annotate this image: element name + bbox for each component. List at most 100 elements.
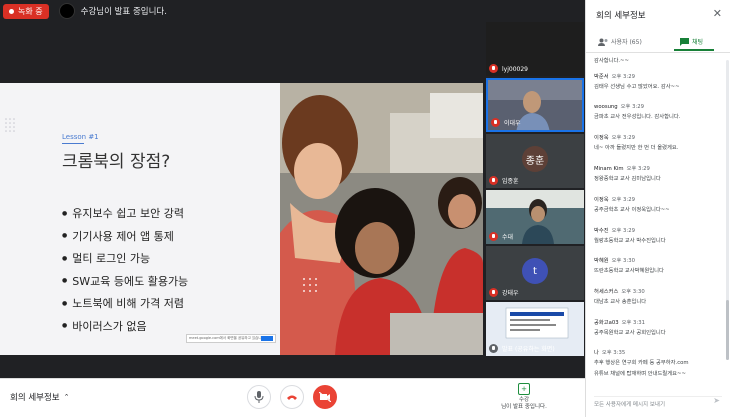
send-icon[interactable]: ➤ (713, 396, 720, 405)
message-time: 오후 3:30 (621, 289, 645, 295)
participant-name: 발표 (공유하는 화면) (502, 346, 555, 353)
mic-off-icon (489, 176, 498, 185)
bullet-item: 유지보수 쉽고 보안 강력 (62, 202, 188, 225)
presenter-avatar (58, 3, 75, 19)
meeting-title: 회의 세부정보 (10, 393, 60, 403)
bullet-item: 멀티 로그인 가능 (62, 247, 188, 270)
tab-people-label: 사용자 (65) (611, 39, 642, 46)
mic-off-icon (489, 64, 498, 73)
chat-message: 박수진 오후 3:29 월랑초등학교 교사 박수진입니다 (594, 226, 722, 244)
lesson-underline (62, 143, 84, 144)
tab-people[interactable]: 사용자 (65) (598, 32, 642, 51)
sender-name: 나 (594, 350, 599, 356)
leave-call-button[interactable] (280, 385, 304, 409)
chat-message: 박혜원 오후 3:30 뜨란초등학교 교사박혜원입니다 (594, 256, 722, 274)
speaker-icon (489, 344, 498, 353)
video-feed (486, 190, 584, 244)
message-text: 공주금학초 교사 이정욱입니다~~ (594, 207, 670, 213)
bullet-item: 기기사용 제어 앱 통제 (62, 225, 188, 248)
video-feed (486, 22, 584, 76)
present-screen-icon: + (518, 383, 530, 395)
slide-bullets: 유지보수 쉽고 보안 강력 기기사용 제어 앱 통제 멀티 로그인 가능 SW교… (62, 202, 188, 337)
avatar: t (522, 258, 548, 284)
close-icon[interactable]: ✕ (713, 7, 722, 20)
classroom-photo-illustration (280, 83, 483, 355)
recording-label: 녹화 중 (18, 6, 43, 16)
message-text: 금파초 교사 전우성입니다. 감사합니다. (594, 114, 681, 120)
screen-share-bar: meet.google.com에서 화면을 공유하고 있습니다. (186, 334, 276, 343)
presenter-text: 수강님이 발표 중입니다. (80, 7, 167, 17)
participant-tile[interactable]: 발표 (공유하는 화면) (486, 302, 584, 356)
presenter-name: 수강 (518, 397, 530, 403)
chat-message: 이정욱 오후 3:29 네~ 아까 들렸지만 한 번 더 올렸게요. (594, 133, 722, 151)
message-text: 정왕중학교 교사 김미남입니다 (594, 176, 661, 182)
meeting-details-toggle[interactable]: 회의 세부정보 ⌃ (10, 391, 70, 403)
sender-name: woosung (594, 104, 618, 110)
chat-input[interactable]: 모든 사용자에게 메시지 보내기 (594, 396, 722, 411)
slide-title: 크롬북의 장점? (62, 152, 171, 172)
sender-name: 이정욱 (594, 135, 609, 141)
bullet-item: 바이러스가 없음 (62, 315, 188, 338)
mic-off-icon (489, 232, 498, 241)
participant-tile[interactable]: 종훈 임종훈 (486, 134, 584, 188)
message-text: 김태우 선생님 수고 많았어요. 감사~~ (594, 84, 680, 90)
panel-title: 회의 세부정보 (596, 11, 646, 21)
microphone-button[interactable] (247, 385, 271, 409)
sender-name: 공화고a03 (594, 320, 619, 326)
message-time: 오후 3:29 (611, 228, 635, 234)
message-text: 뜨란초등학교 교사박혜원입니다 (594, 268, 664, 274)
chat-message: 유튜브 채널에 탑재하며 안내드릴게요~~ (594, 367, 722, 377)
message-text: 공주목원학교 교사 공회인입니다 (594, 330, 666, 336)
sender-name: 박수진 (594, 228, 609, 234)
active-tab-indicator (674, 49, 714, 51)
mic-off-icon (491, 118, 500, 127)
lesson-label: Lesson #1 (62, 133, 99, 141)
presenter-indicator: 수강님이 발표 중입니다. (58, 3, 167, 19)
message-text: 유튜브 채널에 탑재하며 안내드릴게요~~ (594, 371, 686, 377)
chat-scroll-thumb[interactable] (726, 300, 729, 360)
sender-name: Minam Kim (594, 166, 624, 172)
message-text: 월랑초등학교 교사 박수진입니다 (594, 238, 666, 244)
participant-name: 강태우 (502, 290, 519, 297)
record-dot-icon (9, 8, 14, 14)
participant-tile[interactable]: t 강태우 (486, 246, 584, 300)
message-text: 대남초 교사 송훈입니다 (594, 299, 647, 305)
message-time: 오후 3:29 (620, 104, 644, 110)
message-text: 감사합니다.~~ (594, 58, 629, 64)
message-time: 오후 3:30 (611, 258, 635, 264)
presenting-status: 님이 발표 중입니다. (501, 404, 547, 410)
sender-name: 이정욱 (594, 197, 609, 203)
dot-pattern-icon (5, 118, 15, 132)
presenting-indicator[interactable]: + 수강 님이 발표 중입니다. (484, 383, 564, 411)
chat-message: 나 오후 3:35 추후 행상은 연구회 카페 등 공부하자.com (594, 348, 722, 366)
message-time: 오후 3:29 (626, 166, 650, 172)
panel-tabs: 사용자 (65) 채팅 (586, 32, 730, 53)
participant-tiles: lyj00029 이대우 종훈 임종훈 수대 t 강태우 발표 (공유하는 화면… (486, 22, 584, 356)
chat-messages: 감사합니다.~~ 박준서 오후 3:29 김태우 선생님 수고 많았어요. 감사~… (594, 54, 724, 394)
top-bar: 녹화 중 수강님이 발표 중입니다. (0, 0, 585, 22)
sender-name: 허세스커스 (594, 289, 619, 295)
camera-button[interactable] (313, 385, 337, 409)
message-time: 오후 3:29 (611, 197, 635, 203)
chat-message: 공화고a03 오후 3:31 공주목원학교 교사 공회인입니다 (594, 318, 722, 336)
chat-message: 감사합니다.~~ (594, 54, 722, 64)
mic-off-icon (489, 288, 498, 297)
message-time: 오후 3:35 (601, 350, 626, 356)
shared-slide: Lesson #1 크롬북의 장점? 유지보수 쉽고 보안 강력 기기사용 제어… (0, 83, 483, 355)
participant-tile[interactable]: lyj00029 (486, 22, 584, 76)
participant-tile[interactable]: 이대우 (486, 78, 584, 132)
message-time: 오후 3:29 (611, 135, 635, 141)
classroom-photo (280, 83, 483, 355)
bullet-item: SW교육 등에도 활용가능 (62, 270, 188, 293)
recording-badge: 녹화 중 (3, 3, 49, 19)
message-time: 오후 3:31 (621, 320, 645, 326)
stop-share-button (261, 336, 273, 341)
avatar: 종훈 (522, 146, 548, 172)
chat-message: 이정욱 오후 3:29 공주금학초 교사 이정욱입니다~~ (594, 195, 722, 213)
participant-tile[interactable]: 수대 (486, 190, 584, 244)
chat-message: 허세스커스 오후 3:30 대남초 교사 송훈입니다 (594, 287, 722, 305)
video-feed (488, 80, 582, 130)
chat-icon (680, 37, 689, 46)
sender-name: 박혜원 (594, 258, 609, 264)
bullet-item: 노트북에 비해 가격 저렴 (62, 292, 188, 315)
